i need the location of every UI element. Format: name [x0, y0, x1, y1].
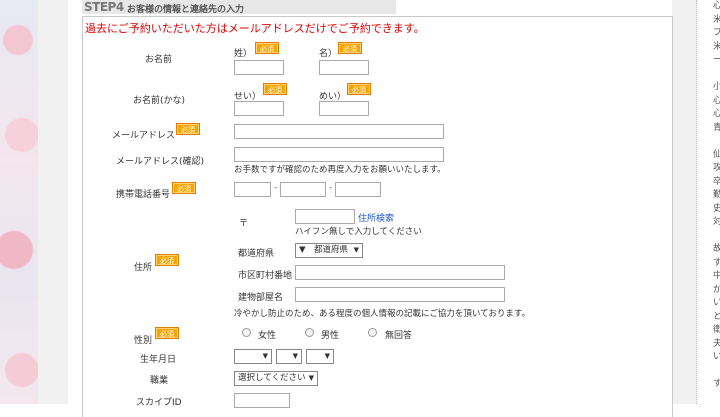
postal-mark: 〒: [239, 219, 249, 229]
sidebar-char: 故: [697, 243, 720, 257]
sidebar-char: 衛: [697, 324, 720, 338]
sidebar-char: 攻: [697, 162, 720, 176]
chevron-down-icon: ▼: [308, 374, 314, 382]
email-label: メールアドレス: [112, 131, 176, 141]
gender-radio-male[interactable]: [305, 328, 314, 337]
first-name-input[interactable]: [319, 60, 369, 75]
birthday-label: 生年月日: [140, 355, 177, 365]
sidebar-char: 心: [697, 0, 720, 14]
sidebar-char: ー: [697, 54, 720, 68]
phone-part2-input[interactable]: [280, 182, 326, 197]
birth-year-select[interactable]: ▼: [234, 349, 272, 364]
name-kana-label: お名前(かな): [133, 96, 186, 106]
skype-input[interactable]: [234, 393, 290, 408]
email-confirm-note: お手数ですが確認のため再度入力をお願いいたします。: [234, 165, 446, 175]
required-badge: 必須: [155, 327, 179, 339]
required-badge: 必須: [347, 83, 371, 95]
email-input[interactable]: [234, 124, 444, 139]
right-gutter: [672, 0, 696, 404]
required-badge: 必須: [263, 83, 287, 95]
sidebar-char: [697, 230, 720, 244]
floral-decoration: [0, 0, 38, 404]
last-name-kana-input[interactable]: [234, 101, 284, 116]
postal-note: ハイフン無しで入力してください: [295, 227, 422, 237]
sidebar-char: 史: [697, 203, 720, 217]
required-badge: 必須: [155, 254, 179, 266]
chevron-down-icon: ▼: [262, 352, 268, 360]
occupation-select[interactable]: 選択してください ▼: [234, 371, 318, 386]
phone-label: 携帯電話番号: [116, 190, 171, 200]
chevron-down-icon: ▼: [292, 352, 298, 360]
building-label: 建物部屋名: [238, 293, 284, 303]
sidebar-char: 中: [697, 270, 720, 284]
address-label: 住所: [134, 263, 153, 273]
sidebar-char: [697, 365, 720, 379]
step-title: お客様の情報と連絡先の入力: [127, 5, 245, 15]
sidebar-char: す: [697, 378, 720, 392]
chevron-down-icon: ▼: [324, 352, 330, 360]
last-name-label: 姓）: [234, 49, 253, 59]
required-badge: 必須: [172, 182, 196, 194]
birth-month-select[interactable]: ▼: [276, 349, 302, 364]
phone-part1-input[interactable]: [234, 182, 271, 197]
gender-option-female: 女性: [258, 331, 277, 341]
gender-option-male: 男性: [321, 331, 340, 341]
birth-day-select[interactable]: ▼: [306, 349, 334, 364]
phone-separator: -: [329, 183, 333, 193]
first-name-label: 名）: [319, 49, 338, 59]
sidebar-char: 米: [697, 41, 720, 55]
sidebar-char: が: [697, 284, 720, 298]
gender-radio-unanswered[interactable]: [368, 328, 377, 337]
sidebar-char: 小: [697, 81, 720, 95]
gender-option-unanswered: 無回答: [385, 331, 413, 341]
privacy-note: 冷やかし防止のため、ある程度の個人情報の記載にご協力を頂いております。: [234, 309, 530, 319]
postal-code-input[interactable]: [295, 209, 355, 224]
sidebar-char: 仙: [697, 149, 720, 163]
sidebar-char: 心: [697, 95, 720, 109]
last-name-input[interactable]: [234, 60, 284, 75]
sidebar-char: プ: [697, 27, 720, 41]
gender-radio-female[interactable]: [242, 328, 251, 337]
sidebar-char: 夫: [697, 338, 720, 352]
sidebar-char: い: [697, 351, 720, 365]
phone-part3-input[interactable]: [335, 182, 381, 197]
required-badge: 必須: [176, 123, 200, 135]
sidebar-text-column: 心米プ米ー 小心心青 仙攻卒勤史対 故す中がいと衛夫い す: [696, 0, 720, 404]
gender-label: 性別: [134, 336, 153, 346]
returning-customer-notice: 過去にご予約いただいた方はメールアドレスだけでご予約できます。: [85, 22, 425, 35]
chevron-down-icon: ▼: [353, 246, 359, 254]
email-confirm-label: メールアドレス(確認): [116, 157, 205, 167]
required-badge: 必須: [338, 42, 362, 54]
left-gutter: [38, 0, 68, 404]
building-input[interactable]: [295, 287, 505, 302]
required-badge: 必須: [255, 42, 279, 54]
email-confirm-input[interactable]: [234, 147, 444, 162]
sidebar-char: と: [697, 311, 720, 325]
sidebar-char: [697, 68, 720, 82]
sidebar-char: [697, 135, 720, 149]
prefecture-select[interactable]: ▼ 都道府県 ▼: [295, 243, 363, 258]
occupation-label: 職業: [150, 376, 169, 386]
sidebar-char: 対: [697, 216, 720, 230]
city-label: 市区町村番地: [238, 271, 293, 281]
phone-separator: -: [274, 183, 278, 193]
sidebar-char: 勤: [697, 189, 720, 203]
sidebar-char: 青: [697, 122, 720, 136]
city-input[interactable]: [295, 265, 505, 280]
sidebar-char: 米: [697, 14, 720, 28]
skype-label: スカイプID: [136, 398, 182, 408]
postal-search-link[interactable]: 住所検索: [358, 211, 394, 224]
step-number: STEP4: [84, 0, 124, 14]
name-label: お名前: [145, 55, 173, 65]
sidebar-char: す: [697, 257, 720, 271]
sidebar-char: 心: [697, 108, 720, 122]
sidebar-char: い: [697, 297, 720, 311]
first-name-kana-input[interactable]: [319, 101, 369, 116]
prefecture-label: 都道府県: [238, 249, 275, 259]
sidebar-char: 卒: [697, 176, 720, 190]
